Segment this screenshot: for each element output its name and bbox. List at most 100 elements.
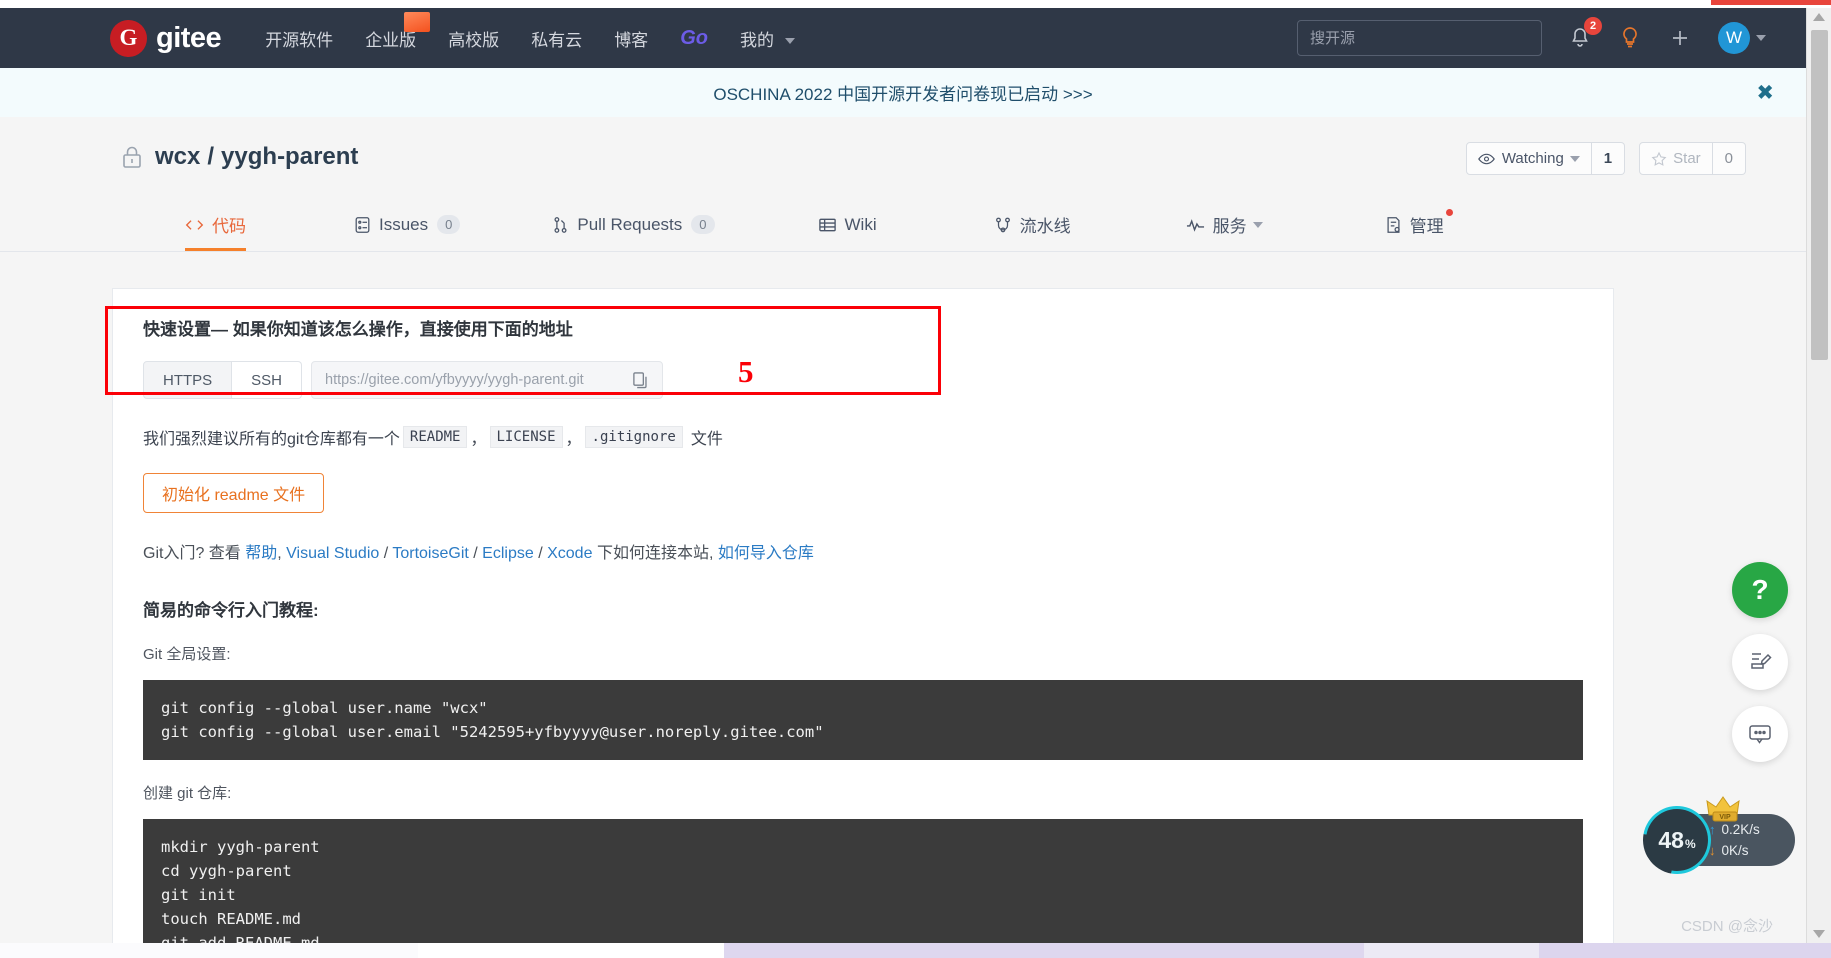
protocol-toggle: HTTPS SSH [143, 361, 303, 399]
tab-label: 管理 [1409, 217, 1444, 236]
vertical-scrollbar[interactable] [1806, 8, 1831, 943]
search-input[interactable] [1297, 20, 1542, 56]
link-help[interactable]: 帮助 [245, 545, 277, 562]
file-gitignore: .gitignore [584, 426, 683, 448]
network-speed-widget[interactable]: ↑ 0.2K/s ↓ 0K/s VIP 48% [1629, 792, 1795, 888]
card-inner-2: 创建 git 仓库: [113, 782, 1613, 803]
eye-icon [1477, 153, 1495, 164]
scroll-up-arrow-icon[interactable] [1813, 13, 1825, 21]
repo-separator: / [207, 143, 215, 170]
announcement-text[interactable]: OSCHINA 2022 中国开源开发者问卷现已启动 >>> [713, 80, 1092, 105]
notifications-button[interactable]: 2 [1568, 17, 1602, 50]
help-button[interactable]: ? [1732, 562, 1788, 618]
nav-item-privatecloud[interactable]: 私有云 [531, 26, 582, 51]
repo-name[interactable]: yygh-parent [221, 143, 358, 171]
watch-chevron-down-icon[interactable] [1569, 155, 1580, 162]
header-right-cluster: 2 W [1297, 17, 1766, 56]
repository-header: wcx / yygh-parent Watching 1 Star 0 [0, 117, 1806, 200]
taskbar-segment-4 [1364, 943, 1539, 958]
protocol-https-button[interactable]: HTTPS [143, 361, 233, 399]
tutorial-title: 简易的命令行入门教程: [143, 601, 319, 620]
tab-issues[interactable]: Issues 0 [354, 200, 461, 251]
manage-notification-dot [1445, 209, 1453, 216]
clone-url-text: https://gitee.com/yfbyyyy/yygh-parent.gi… [325, 372, 584, 388]
nav-label: 开源软件 [265, 30, 334, 50]
download-speed-value: 0K/s [1721, 843, 1749, 858]
tab-pipeline[interactable]: 流水线 [994, 200, 1071, 251]
main-content: 快速设置— 如果你知道该怎么操作，直接使用下面的地址 HTTPS SSH htt… [0, 252, 1806, 943]
tab-services[interactable]: 服务 [1186, 200, 1263, 251]
tab-label: Issues [379, 214, 429, 234]
repository-tabs: 代码 Issues 0 Pull Requests 0 Wiki 流水线 服务 … [0, 200, 1806, 252]
link-eclipse[interactable]: Eclipse [482, 545, 534, 562]
nav-label: 博客 [614, 30, 649, 50]
browser-red-indicator [1711, 0, 1831, 5]
floating-action-column: ? [1732, 562, 1788, 778]
lock-icon [120, 144, 144, 170]
tab-count: 0 [437, 215, 461, 234]
watch-button[interactable]: Watching [1465, 142, 1592, 175]
star-count[interactable]: 0 [1712, 142, 1746, 175]
scrollbar-thumb[interactable] [1811, 30, 1828, 360]
help-sep-2: / [473, 545, 478, 562]
protocol-ssh-button[interactable]: SSH [232, 361, 303, 399]
chat-icon [1749, 725, 1771, 744]
clone-row: HTTPS SSH https://gitee.com/yfbyyyy/yygh… [143, 361, 1583, 399]
main-nav: 开源软件 企业版 高校版 私有云 博客 Go 我的 [265, 11, 827, 51]
nav-item-blog[interactable]: 博客 [614, 26, 648, 51]
star-label: Star [1673, 150, 1701, 167]
nav-label: 私有云 [531, 30, 583, 50]
link-xcode[interactable]: Xcode [547, 545, 592, 562]
nav-item-mine[interactable]: 我的 [740, 26, 795, 51]
nav-label: 企业版 [365, 30, 417, 50]
tab-label: 代码 [212, 217, 246, 236]
link-import-repo[interactable]: 如何导入仓库 [718, 545, 814, 562]
nav-label: 高校版 [448, 30, 500, 50]
tab-label: Pull Requests [577, 214, 683, 234]
tutorial-section2-label: 创建 git 仓库: [143, 785, 232, 802]
code-block-global-config[interactable]: git config --global user.name "wcx" git … [143, 680, 1583, 760]
git-help-line: Git入门? 查看 帮助, Visual Studio / TortoiseGi… [143, 539, 1583, 563]
avatar-chevron-down-icon[interactable] [1756, 35, 1766, 41]
pr-icon [552, 216, 569, 234]
watch-count[interactable]: 1 [1591, 142, 1626, 175]
recommend-suffix: 文件 [690, 431, 723, 448]
tab-code[interactable]: 代码 [185, 200, 246, 251]
star-button[interactable]: Star [1639, 142, 1713, 175]
code-block-create-repo[interactable]: mkdir yygh-parent cd yygh-parent git ini… [143, 819, 1583, 943]
link-visual-studio[interactable]: Visual Studio [286, 545, 379, 562]
help-prefix: Git入门? 查看 [143, 545, 241, 562]
tab-manage[interactable]: 管理 [1385, 200, 1453, 251]
star-icon [1651, 151, 1667, 166]
nav-item-go[interactable]: Go [680, 27, 708, 50]
init-readme-button[interactable]: 初始化 readme 文件 [143, 473, 325, 513]
service-icon [1186, 218, 1205, 232]
clone-url-field[interactable]: https://gitee.com/yfbyyyy/yygh-parent.gi… [311, 361, 664, 399]
nav-item-university[interactable]: 高校版 [448, 26, 499, 51]
chevron-down-icon [784, 38, 795, 45]
recommend-comma-1: ， [470, 431, 487, 448]
wiki-icon [818, 217, 837, 233]
tips-button[interactable] [1618, 25, 1642, 51]
feedback-button[interactable] [1732, 634, 1788, 690]
gitee-logo[interactable]: G gitee [110, 19, 222, 57]
nav-item-enterprise[interactable]: 企业版 [365, 11, 431, 51]
link-tortoisegit[interactable]: TortoiseGit [392, 545, 468, 562]
services-chevron-down-icon[interactable] [1252, 221, 1263, 228]
chat-button[interactable] [1732, 706, 1788, 762]
tab-pull-requests[interactable]: Pull Requests 0 [552, 200, 715, 251]
nav-item-opensource[interactable]: 开源软件 [265, 26, 333, 51]
speed-percent-value: 48 [1658, 826, 1684, 853]
create-new-button[interactable] [1668, 26, 1692, 50]
help-suffix: 下如何连接本站, [596, 545, 714, 562]
copy-icon[interactable] [632, 371, 649, 390]
close-icon[interactable]: ✖ [1756, 80, 1774, 105]
tab-wiki[interactable]: Wiki [818, 200, 877, 251]
repo-owner[interactable]: wcx [155, 143, 200, 171]
pipeline-icon [994, 216, 1012, 233]
avatar[interactable]: W [1718, 22, 1750, 54]
scroll-down-arrow-icon[interactable] [1813, 930, 1825, 938]
os-taskbar[interactable] [0, 943, 1831, 958]
browser-viewport: G gitee 开源软件 企业版 高校版 私有云 博客 Go 我的 搜开源 2 … [0, 0, 1831, 958]
vip-crown-icon: VIP [1706, 796, 1740, 822]
